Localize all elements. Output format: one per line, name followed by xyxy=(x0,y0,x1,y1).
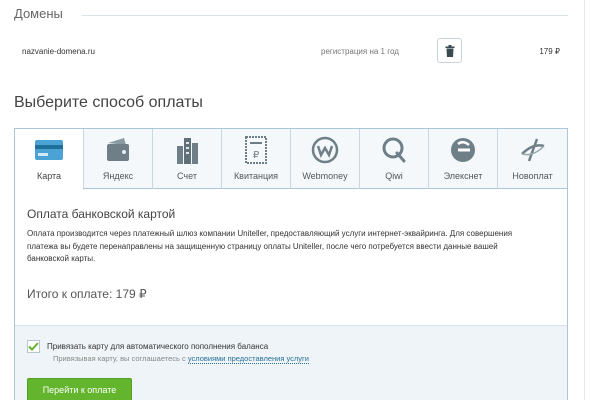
tab-elecsnet[interactable]: Элекснет xyxy=(429,129,498,189)
autopay-label: Привязать карту для автоматического попо… xyxy=(47,342,269,351)
receipt-icon: ₽ xyxy=(241,136,271,164)
autopay-note-text: Привязывая карту, вы соглашаетесь с xyxy=(53,354,188,363)
payment-method-title: Выберите способ оплаты xyxy=(14,94,203,111)
domains-section-header: Домены xyxy=(14,6,568,24)
qiwi-icon xyxy=(379,136,409,164)
webmoney-icon xyxy=(310,136,340,164)
trash-icon xyxy=(445,44,454,57)
tab-label: Qiwi xyxy=(385,171,403,181)
tab-label: Элекснет xyxy=(443,171,483,181)
payment-panel: Карта Яндекс Счет ₽ Квитанция Webmoney Q… xyxy=(14,128,568,400)
tab-label: Новоплат xyxy=(512,171,553,181)
svg-text:₽: ₽ xyxy=(253,150,260,161)
domain-row: nazvanie-domena.ru регистрация на 1 год … xyxy=(22,36,568,66)
domain-name: nazvanie-domena.ru xyxy=(22,47,95,56)
elecsnet-icon xyxy=(448,136,478,164)
divider xyxy=(82,15,568,16)
yandex-wallet-icon xyxy=(103,136,133,164)
tab-yandex[interactable]: Яндекс xyxy=(84,129,153,189)
tab-label: Яндекс xyxy=(102,171,134,181)
delete-domain-button[interactable] xyxy=(437,38,462,63)
tab-qiwi[interactable]: Qiwi xyxy=(360,129,429,189)
autopay-checkbox[interactable] xyxy=(27,340,40,353)
domain-price: 179 ₽ xyxy=(539,47,560,56)
tab-label: Счет xyxy=(177,171,197,181)
method-title: Оплата банковской картой xyxy=(27,207,176,221)
page-edge xyxy=(584,0,585,400)
checkmark-icon xyxy=(28,342,39,351)
autopay-section: Привязать карту для автоматического попо… xyxy=(15,325,567,400)
tab-webmoney[interactable]: Webmoney xyxy=(291,129,360,189)
novoplat-icon xyxy=(518,136,548,164)
domains-title: Домены xyxy=(14,6,63,21)
tab-receipt[interactable]: ₽ Квитанция xyxy=(222,129,291,189)
registration-period: регистрация на 1 год xyxy=(321,47,399,56)
tab-label: Webmoney xyxy=(302,171,348,181)
tab-label: Квитанция xyxy=(233,171,279,181)
building-icon xyxy=(172,136,202,164)
proceed-to-payment-button[interactable]: Перейти к оплате xyxy=(27,378,132,400)
tab-label: Карта xyxy=(36,171,62,181)
payment-tabs: Карта Яндекс Счет ₽ Квитанция Webmoney Q… xyxy=(15,129,567,190)
autopay-note: Привязывая карту, вы соглашаетесь с усло… xyxy=(53,354,309,364)
tab-invoice[interactable]: Счет xyxy=(153,129,222,189)
method-description: Оплата производится через платежный шлюз… xyxy=(27,229,513,263)
tab-card[interactable]: Карта xyxy=(15,129,84,190)
terms-link[interactable]: условиями предоставления услуги xyxy=(187,354,309,364)
card-icon xyxy=(34,136,64,164)
total-amount: Итого к оплате: 179 ₽ xyxy=(27,287,147,301)
tab-novoplat[interactable]: Новоплат xyxy=(498,129,567,189)
